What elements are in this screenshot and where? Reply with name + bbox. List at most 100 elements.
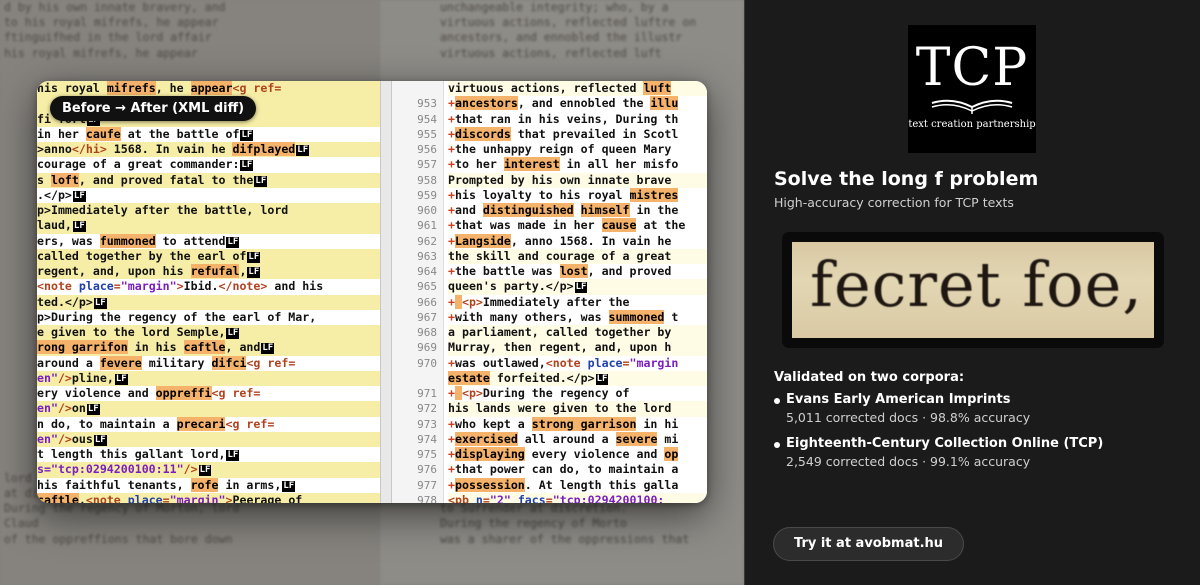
- code-line: +and distinguished himself in the: [448, 203, 707, 219]
- code-line: Murray, then regent, and, upon h: [448, 340, 707, 356]
- after-pane[interactable]: 0953954955956957958959960961962963964965…: [392, 81, 707, 503]
- line-number: 953: [417, 97, 437, 111]
- xml-tag: />: [57, 370, 72, 385]
- xml-attr: place: [78, 279, 114, 294]
- code-line: .</p> LF: [37, 187, 380, 203]
- changed-token: strong garrison: [531, 416, 637, 431]
- line-number: 954: [417, 112, 437, 126]
- diff-badge: Before → After (XML diff): [50, 96, 257, 121]
- code-text: , anno 1568. In vain he: [510, 233, 672, 248]
- code-line: s="tcp:0294200100:11"/> LF: [37, 462, 380, 478]
- code-text: ers, was: [37, 233, 100, 248]
- changed-token: discords: [454, 126, 511, 141]
- added-line-marker: +: [448, 233, 455, 248]
- changed-token: illu: [650, 96, 679, 111]
- code-text: e given to the lord Semple,: [37, 325, 226, 339]
- added-line-marker: +: [448, 111, 455, 126]
- before-pane[interactable]: his royal mifrefs, he appear<g ref= fi f…: [37, 81, 380, 503]
- changed-token: possession: [454, 477, 525, 492]
- code-text: Prompted by his own innate brave: [448, 172, 672, 187]
- line-number: 978: [417, 493, 437, 503]
- code-line: n do, to maintain a precari<g ref=: [37, 416, 380, 432]
- changed-token: himself: [580, 203, 630, 217]
- code-line: +the unhappy reign of queen Mary: [448, 142, 707, 158]
- xml-attr: place: [587, 355, 623, 370]
- line-number: 966: [417, 295, 437, 309]
- xml-tag: </note>: [218, 279, 268, 294]
- code-text: at the battle of: [120, 126, 240, 141]
- code-text: that ran in his veins, During th: [454, 111, 679, 126]
- code-line: t length this gallant lord, LF: [37, 447, 380, 463]
- code-text: fi: [37, 111, 51, 126]
- code-text: in the: [629, 203, 679, 217]
- xml-value: "margin": [169, 492, 226, 503]
- changed-token: caftle: [183, 340, 226, 355]
- code-text: Ibid.: [183, 279, 219, 294]
- try-it-button[interactable]: Try it at avobmat.hu: [773, 527, 965, 561]
- changed-token: displaying: [454, 447, 525, 461]
- corpus-stats: 5,011 corrected docs · 98.8% accuracy: [786, 410, 1031, 425]
- code-text: that power can do, to maintain a: [454, 462, 679, 477]
- added-line-marker: +: [448, 386, 455, 400]
- code-line: ted.</p> LF: [37, 294, 380, 310]
- added-line-marker: +: [448, 462, 455, 477]
- added-line-marker: +: [448, 264, 455, 278]
- code-text: p>Immediately after the battle, lord: [37, 203, 289, 217]
- linefeed-marker: LF: [114, 373, 128, 385]
- line-number: 972: [417, 402, 437, 416]
- code-text: , and proved fatal to the: [78, 172, 254, 187]
- added-line-marker: +: [448, 477, 455, 492]
- code-text: courage of a great commander:: [37, 157, 240, 172]
- linefeed-marker: LF: [226, 328, 240, 339]
- changed-token: precari: [176, 416, 226, 431]
- added-line-marker: +: [448, 431, 455, 446]
- xml-value: "margin: [629, 355, 679, 370]
- scan-sample-text: fecret foe,: [810, 248, 1143, 321]
- xml-tag: =: [622, 355, 630, 370]
- added-line-marker: +: [448, 203, 455, 217]
- code-text: ,: [78, 492, 86, 503]
- xml-tag: <g ref=: [211, 386, 261, 400]
- code-text: was outlawed,: [454, 355, 546, 370]
- code-text: regent, and, upon his: [37, 264, 191, 278]
- code-text: virtuous actions, reflected: [448, 81, 644, 95]
- code-text: that was made in her: [454, 218, 602, 233]
- pane-divider[interactable]: [380, 81, 392, 503]
- code-text: ,: [239, 264, 247, 278]
- before-code: his royal mifrefs, he appear<g ref= fi f…: [37, 81, 380, 503]
- code-line: +Langside, anno 1568. In vain he: [448, 233, 707, 249]
- xml-value: en": [37, 401, 58, 416]
- changed-token: interest: [503, 157, 560, 172]
- code-text: pline,: [71, 370, 114, 385]
- code-line: ers, was fummoned to attend LF: [37, 233, 380, 249]
- xml-tag: [511, 493, 518, 503]
- changed-token: summoned: [608, 309, 665, 324]
- code-text: , and: [225, 340, 261, 355]
- code-line: estate forfeited.</p> LF: [448, 370, 707, 386]
- code-text: on: [71, 401, 86, 416]
- xml-tag: =: [482, 492, 490, 503]
- line-number: 956: [417, 143, 437, 156]
- line-number: 0: [392, 81, 443, 96]
- changed-token: rofe: [190, 477, 219, 492]
- code-text: called together by the earl of: [37, 248, 247, 263]
- changed-token: caufe: [85, 126, 121, 141]
- code-line: en"/>pline, LF: [37, 370, 380, 386]
- changed-token: [454, 386, 462, 400]
- linefeed-marker: LF: [93, 434, 107, 446]
- code-line: the skill and courage of a great: [448, 248, 707, 264]
- changed-token: severe: [615, 431, 658, 446]
- code-line: + <p>During the regency of: [448, 386, 707, 402]
- code-line: +who kept a strong garrison in hi: [448, 416, 707, 432]
- code-line: p>Immediately after the battle, lord: [37, 203, 380, 219]
- code-text: , he: [155, 81, 191, 95]
- corpus-stats: 2,549 corrected docs · 99.1% accuracy: [786, 454, 1031, 469]
- xml-value: s="tcp:0294200100:11": [37, 462, 184, 477]
- code-line: in her caufe at the battle of LF: [37, 126, 380, 142]
- xml-value: "tcp:0294200100:: [552, 492, 665, 503]
- code-line: +exercised all around a severe mi: [448, 431, 707, 447]
- code-text: >anno: [37, 142, 72, 156]
- after-code: virtuous actions, reflected luft +ancesto…: [448, 81, 707, 503]
- code-text: that prevailed in Scotl: [510, 126, 679, 141]
- code-line: <note place="margin">Ibid.</note> and hi…: [37, 279, 380, 295]
